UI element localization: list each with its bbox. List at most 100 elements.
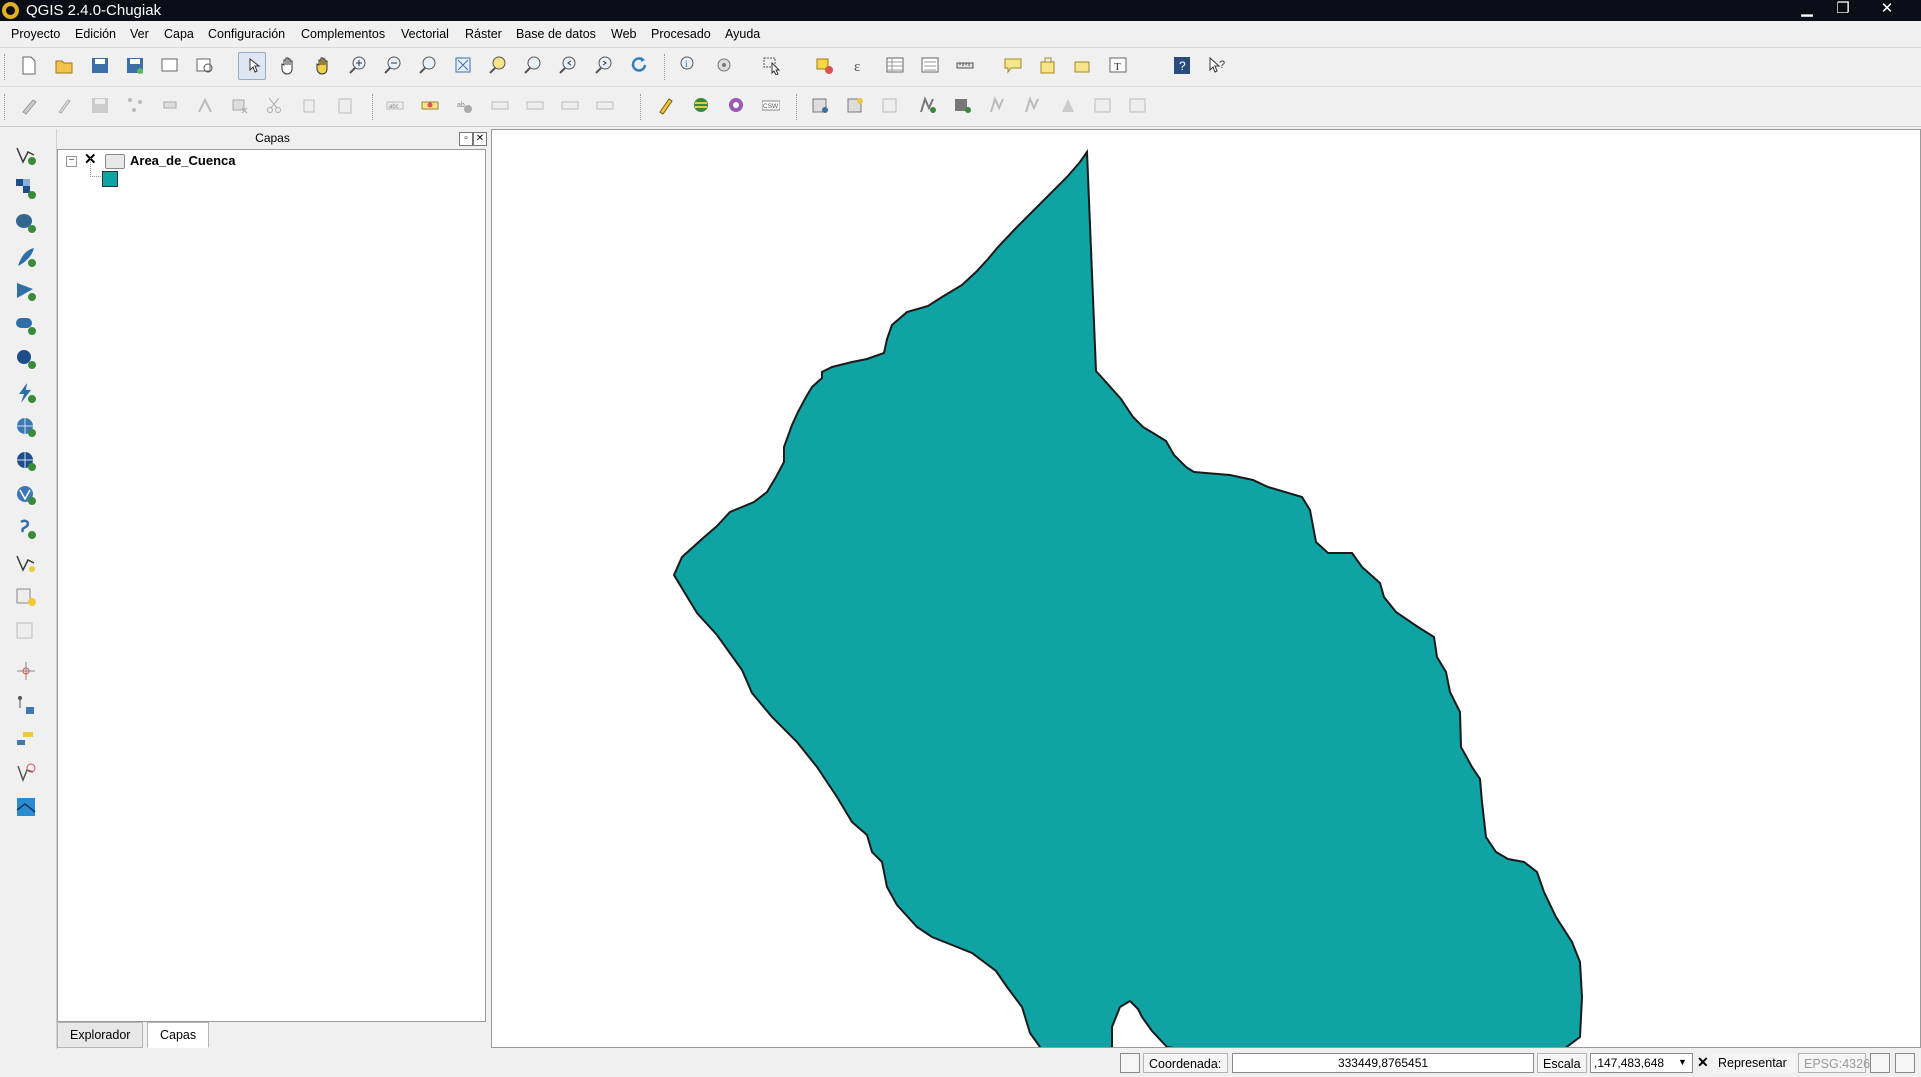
digitize-vertex-button[interactable] (12, 759, 40, 787)
show-hide-labels-button[interactable]: ab (451, 92, 479, 120)
legend-swatch[interactable] (102, 171, 118, 187)
save-as-button[interactable] (121, 52, 149, 80)
collapse-icon[interactable]: − (66, 156, 77, 167)
toolbar-grip[interactable] (372, 94, 376, 120)
digitize-point-button[interactable] (12, 657, 40, 685)
add-wfs-lightning-button[interactable] (12, 379, 40, 407)
add-spatialite-layer-button[interactable] (12, 243, 40, 271)
copy-button[interactable] (296, 92, 324, 120)
add-raster-layer-button[interactable] (12, 175, 40, 203)
add-mssql-layer-button[interactable] (12, 277, 40, 305)
save-edits-button[interactable] (86, 92, 114, 120)
stats-button[interactable] (916, 52, 944, 80)
menu-proyecto[interactable]: Proyecto (11, 27, 60, 41)
menu-raster[interactable]: Ráster (465, 27, 502, 41)
crs-globe-icon[interactable] (1870, 1053, 1890, 1073)
help-button[interactable]: ? (1168, 52, 1196, 80)
identify-button[interactable]: i (674, 52, 702, 80)
scale-dropdown-icon[interactable]: ▼ (1678, 1057, 1687, 1067)
add-vector-layer-button[interactable] (12, 141, 40, 169)
map-canvas[interactable] (491, 129, 1921, 1077)
menu-edicion[interactable]: Edición (75, 27, 116, 41)
node-tool-button[interactable] (191, 92, 219, 120)
add-wms-layer-button[interactable] (12, 413, 40, 441)
refresh-button[interactable] (625, 52, 653, 80)
vector-tool-button-2[interactable] (949, 92, 977, 120)
georef-button-1[interactable] (807, 92, 835, 120)
crs-button[interactable]: EPSG:4326 (1798, 1053, 1870, 1073)
move-feature-button[interactable] (156, 92, 184, 120)
current-edits-button[interactable] (15, 92, 43, 120)
new-composer-button[interactable] (156, 52, 184, 80)
toolbar-grip[interactable] (640, 94, 644, 120)
tab-explorador[interactable]: Explorador (57, 1022, 144, 1048)
pan-to-selection-button[interactable] (309, 52, 337, 80)
python-edit-button[interactable] (652, 92, 680, 120)
save-project-button[interactable] (86, 52, 114, 80)
add-oracle-layer-button[interactable] (12, 311, 40, 339)
annotation-button[interactable] (999, 52, 1027, 80)
measure-button[interactable] (951, 52, 979, 80)
zoom-in-button[interactable] (344, 52, 372, 80)
vector-tool-button-7[interactable] (1124, 92, 1152, 120)
zoom-next-button[interactable] (590, 52, 618, 80)
menu-capa[interactable]: Capa (164, 27, 194, 41)
zoom-selection-button[interactable] (484, 52, 512, 80)
vector-tool-button-5[interactable] (1054, 92, 1082, 120)
expression-button[interactable]: ε (846, 52, 874, 80)
coordinate-field[interactable]: 333449,8765451 (1232, 1053, 1534, 1073)
zoom-full-button[interactable] (449, 52, 477, 80)
zoom-layer-button[interactable] (519, 52, 547, 80)
menu-complementos[interactable]: Complementos (301, 27, 385, 41)
maximize-button[interactable]: ❐ (1826, 0, 1860, 21)
menu-web[interactable]: Web (611, 27, 636, 41)
label-properties-button[interactable] (591, 92, 619, 120)
panel-float-button[interactable]: ▫ (459, 132, 473, 146)
paste-button[interactable] (331, 92, 359, 120)
zoom-native-button[interactable] (414, 52, 442, 80)
pin-labels-button[interactable] (416, 92, 444, 120)
add-postgis-layer-button[interactable] (12, 209, 40, 237)
menu-vectorial[interactable]: Vectorial (401, 27, 449, 41)
pan-button[interactable] (274, 52, 302, 80)
menu-base-de-datos[interactable]: Base de datos (516, 27, 596, 41)
tip-button[interactable] (1034, 52, 1062, 80)
render-checkbox[interactable]: ✕ (1697, 1055, 1711, 1069)
menu-ver[interactable]: Ver (130, 27, 149, 41)
zoom-out-button[interactable] (379, 52, 407, 80)
minimize-button[interactable]: ▁ (1790, 0, 1824, 21)
cut-button[interactable] (261, 92, 289, 120)
vector-tool-button-6[interactable] (1089, 92, 1117, 120)
deselect-button[interactable] (811, 52, 839, 80)
georef-button-3[interactable] (877, 92, 905, 120)
remove-layer-button[interactable] (12, 617, 40, 645)
csw-button[interactable]: CSW (757, 92, 785, 120)
add-wcs-layer-button[interactable] (12, 447, 40, 475)
open-project-button[interactable] (50, 52, 78, 80)
composer-manager-button[interactable] (191, 52, 219, 80)
attribute-table-button[interactable] (881, 52, 909, 80)
label-tool-button[interactable]: abc (381, 92, 409, 120)
menu-procesado[interactable]: Procesado (651, 27, 711, 41)
move-label-button[interactable] (486, 92, 514, 120)
add-delimited-text-button[interactable] (12, 515, 40, 543)
delete-selected-button[interactable] (226, 92, 254, 120)
menu-ayuda[interactable]: Ayuda (725, 27, 760, 41)
add-feature-button[interactable] (121, 92, 149, 120)
plugin-button[interactable] (722, 92, 750, 120)
text-annotation-button[interactable] (1069, 52, 1097, 80)
digitize-segment-button[interactable] (12, 725, 40, 753)
new-project-button[interactable] (15, 52, 43, 80)
change-label-button[interactable] (556, 92, 584, 120)
toolbar-grip[interactable] (4, 54, 8, 80)
add-wfs-layer-button[interactable] (12, 481, 40, 509)
georeferencer-button[interactable] (12, 793, 40, 821)
digitize-tool-button[interactable] (12, 691, 40, 719)
new-shapefile-button[interactable] (12, 549, 40, 577)
toggle-editing-button[interactable] (50, 92, 78, 120)
text-tool-button[interactable]: T (1104, 52, 1132, 80)
georef-button-2[interactable] (842, 92, 870, 120)
select-button[interactable] (758, 52, 786, 80)
add-virtual-layer-button[interactable] (12, 583, 40, 611)
add-db2-layer-button[interactable] (12, 345, 40, 373)
